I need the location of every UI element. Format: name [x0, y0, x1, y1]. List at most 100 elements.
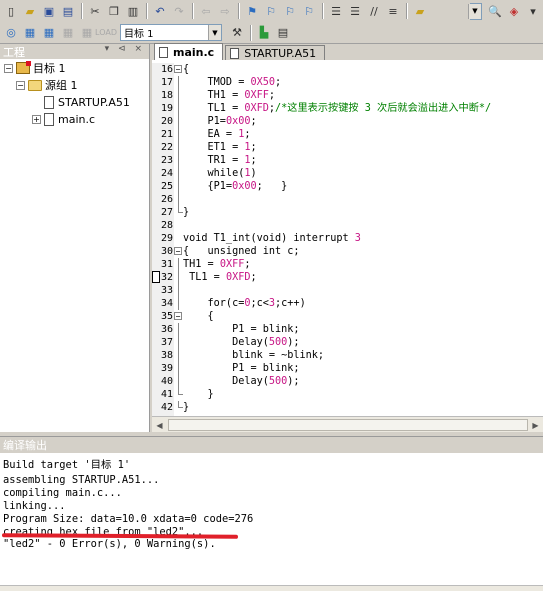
code-line[interactable]: 39 P1 = blink;: [152, 362, 543, 375]
bookmark-clear-icon[interactable]: ⚐: [300, 2, 318, 20]
code-line[interactable]: 31 TH1 = 0XFF;: [152, 258, 543, 271]
scroll-left-icon[interactable]: ◀: [152, 418, 167, 432]
code-line[interactable]: 27}: [152, 206, 543, 219]
save-icon[interactable]: ▣: [40, 2, 58, 20]
paste-icon[interactable]: ▥: [124, 2, 142, 20]
code-line[interactable]: 35− {: [152, 310, 543, 323]
code-line[interactable]: 28: [152, 219, 543, 232]
indent-icon[interactable]: ☰: [327, 2, 345, 20]
comment-icon[interactable]: //: [365, 2, 383, 20]
search-icon[interactable]: 🔍: [486, 2, 504, 20]
line-number: 19: [160, 103, 173, 114]
code-line[interactable]: 36 P1 = blink;: [152, 323, 543, 336]
uncomment-icon[interactable]: ≡: [384, 2, 402, 20]
line-number: 37: [160, 337, 173, 348]
nav-back-icon[interactable]: ⇦: [197, 2, 215, 20]
rebuild-icon[interactable]: ▦: [40, 24, 58, 42]
cut-icon[interactable]: ✂: [86, 2, 104, 20]
select-packs-icon[interactable]: ▤: [274, 24, 292, 42]
bookmark-icon[interactable]: ⚑: [243, 2, 261, 20]
scroll-right-icon[interactable]: ▶: [528, 418, 543, 432]
tree-item-group[interactable]: − 源组 1: [16, 77, 78, 93]
code-line[interactable]: 22 ET1 = 1;: [152, 141, 543, 154]
output-line: Program Size: data=10.0 xdata=0 code=276: [3, 513, 254, 525]
target-select[interactable]: 目标 1 ▼: [120, 24, 222, 41]
line-number: 40: [160, 376, 173, 387]
output-line: assembling STARTUP.A51...: [3, 474, 160, 486]
target-options-icon[interactable]: ⚒: [228, 24, 246, 42]
unindent-icon[interactable]: ☰: [346, 2, 364, 20]
fold-toggle-icon[interactable]: −: [174, 312, 182, 321]
build-icon[interactable]: ▦: [21, 24, 39, 42]
line-number: 42: [160, 402, 173, 413]
code-line[interactable]: 30−{ unsigned int c;: [152, 245, 543, 258]
scrollbar-thumb[interactable]: [168, 419, 528, 431]
config-icon[interactable]: ▾: [524, 2, 542, 20]
code-line[interactable]: 19 TL1 = 0XFD;/*这里表示按键按 3 次后就会溢出进入中断*/: [152, 102, 543, 115]
tab-startup-a51[interactable]: STARTUP.A51: [225, 45, 326, 60]
tree-item-file[interactable]: + main.c: [32, 111, 95, 127]
output-panel-title: 编译输出: [3, 439, 47, 452]
stop-build-icon[interactable]: ▦: [78, 24, 96, 42]
redo-icon[interactable]: ↷: [170, 2, 188, 20]
code-text: Delay(500);: [183, 376, 300, 387]
code-line[interactable]: 33: [152, 284, 543, 297]
code-line[interactable]: 18 TH1 = 0XFF;: [152, 89, 543, 102]
find-in-files-icon[interactable]: ▰: [411, 2, 429, 20]
horizontal-scrollbar[interactable]: ◀ ▶: [152, 416, 543, 432]
panel-controls[interactable]: ▾ ⊲ ×: [105, 44, 145, 54]
code-line[interactable]: 21 EA = 1;: [152, 128, 543, 141]
load-icon[interactable]: LOAD: [95, 24, 117, 42]
fold-guide: [178, 375, 179, 388]
batch-build-icon[interactable]: ▦: [59, 24, 77, 42]
new-file-icon[interactable]: ▯: [2, 2, 20, 20]
expand-icon[interactable]: +: [32, 114, 41, 124]
tab-main-c[interactable]: main.c: [154, 43, 224, 60]
code-line[interactable]: 26: [152, 193, 543, 206]
line-number: 24: [160, 168, 173, 179]
bookmark-next-icon[interactable]: ⚐: [281, 2, 299, 20]
code-text: TH1 = 0XFF;: [183, 259, 251, 270]
find-combo[interactable]: ▼: [468, 2, 482, 20]
nav-forward-icon[interactable]: ⇨: [216, 2, 234, 20]
code-line[interactable]: 17 TMOD = 0X50;: [152, 76, 543, 89]
toolbar-separator: [322, 3, 324, 19]
fold-toggle-icon[interactable]: −: [174, 65, 182, 74]
manage-components-icon[interactable]: ▙: [255, 24, 273, 42]
open-file-icon[interactable]: ▰: [21, 2, 39, 20]
translate-icon[interactable]: ◎: [2, 24, 20, 42]
code-line[interactable]: 20 P1=0x00;: [152, 115, 543, 128]
line-number: 22: [160, 142, 173, 153]
code-line[interactable]: 34 for(c=0;c<3;c++): [152, 297, 543, 310]
code-line[interactable]: 41 }: [152, 388, 543, 401]
debug-icon[interactable]: ◈: [505, 2, 523, 20]
code-line[interactable]: 25 {P1=0x00; }: [152, 180, 543, 193]
code-line[interactable]: 23 TR1 = 1;: [152, 154, 543, 167]
tree-item-file[interactable]: STARTUP.A51: [44, 94, 130, 110]
code-area[interactable]: 16−{17 TMOD = 0X50; 18 TH1 = 0XFF; 19 TL1 …: [152, 63, 543, 416]
fold-toggle-icon[interactable]: −: [174, 247, 182, 256]
code-editor: main.c STARTUP.A51 16−{17 TMOD = 0X50; 18…: [152, 43, 543, 432]
code-line[interactable]: 32 TL1 = 0XFD;: [152, 271, 543, 284]
code-line[interactable]: 42}: [152, 401, 543, 414]
collapse-icon[interactable]: −: [4, 63, 13, 73]
line-number: 32: [160, 272, 173, 283]
output-panel-header: 编译输出: [0, 437, 543, 453]
code-line[interactable]: 40 Delay(500);: [152, 375, 543, 388]
tree-item-target[interactable]: − 目标 1: [4, 60, 66, 76]
code-line[interactable]: 37 Delay(500);: [152, 336, 543, 349]
bookmark-prev-icon[interactable]: ⚐: [262, 2, 280, 20]
code-line[interactable]: 16−{: [152, 63, 543, 76]
code-text: P1=0x00;: [183, 116, 257, 127]
save-all-icon[interactable]: ▤: [59, 2, 77, 20]
output-scrollbar[interactable]: [0, 585, 543, 591]
output-line: compiling main.c...: [3, 487, 122, 499]
code-line[interactable]: 38 blink = ~blink;: [152, 349, 543, 362]
code-line[interactable]: 24 while(1): [152, 167, 543, 180]
collapse-icon[interactable]: −: [16, 80, 25, 90]
undo-icon[interactable]: ↶: [151, 2, 169, 20]
output-line: "led2" - 0 Error(s), 0 Warning(s).: [3, 538, 216, 550]
code-line[interactable]: 29 void T1_int(void) interrupt 3: [152, 232, 543, 245]
copy-icon[interactable]: ❐: [105, 2, 123, 20]
line-number: 36: [160, 324, 173, 335]
